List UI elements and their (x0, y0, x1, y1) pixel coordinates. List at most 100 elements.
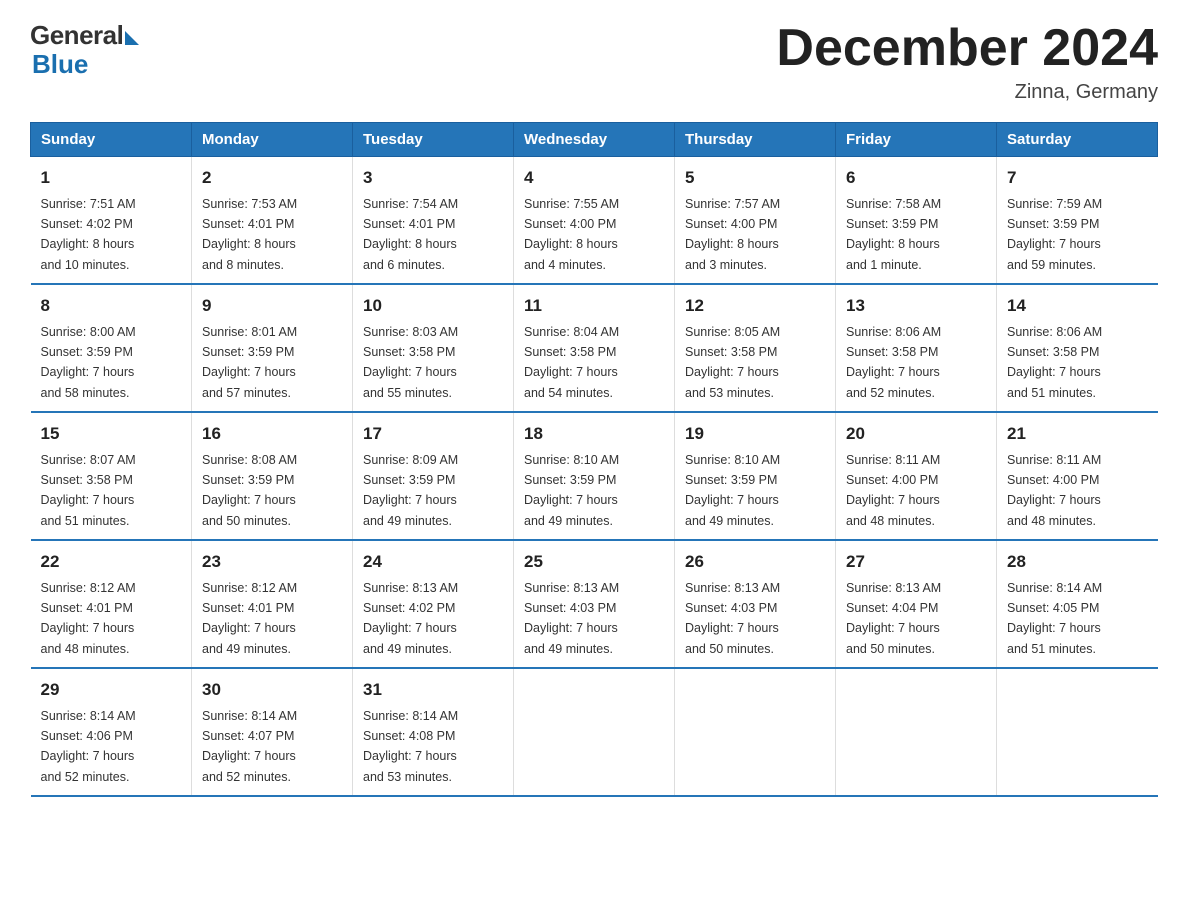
table-row: 16 Sunrise: 8:08 AMSunset: 3:59 PMDaylig… (192, 412, 353, 540)
table-row: 1 Sunrise: 7:51 AMSunset: 4:02 PMDayligh… (31, 157, 192, 285)
day-number: 24 (363, 549, 503, 575)
table-row: 21 Sunrise: 8:11 AMSunset: 4:00 PMDaylig… (997, 412, 1158, 540)
calendar-week-row: 22 Sunrise: 8:12 AMSunset: 4:01 PMDaylig… (31, 540, 1158, 668)
table-row: 19 Sunrise: 8:10 AMSunset: 3:59 PMDaylig… (675, 412, 836, 540)
day-info: Sunrise: 8:04 AMSunset: 3:58 PMDaylight:… (524, 325, 619, 400)
day-number: 18 (524, 421, 664, 447)
day-info: Sunrise: 8:13 AMSunset: 4:03 PMDaylight:… (685, 581, 780, 656)
day-number: 14 (1007, 293, 1148, 319)
day-info: Sunrise: 7:58 AMSunset: 3:59 PMDaylight:… (846, 197, 941, 272)
table-row (997, 668, 1158, 796)
day-info: Sunrise: 7:54 AMSunset: 4:01 PMDaylight:… (363, 197, 458, 272)
day-info: Sunrise: 7:53 AMSunset: 4:01 PMDaylight:… (202, 197, 297, 272)
logo-triangle-icon (125, 31, 139, 45)
day-number: 16 (202, 421, 342, 447)
table-row: 24 Sunrise: 8:13 AMSunset: 4:02 PMDaylig… (353, 540, 514, 668)
calendar-table: Sunday Monday Tuesday Wednesday Thursday… (30, 122, 1158, 797)
table-row: 18 Sunrise: 8:10 AMSunset: 3:59 PMDaylig… (514, 412, 675, 540)
day-info: Sunrise: 8:06 AMSunset: 3:58 PMDaylight:… (1007, 325, 1102, 400)
day-number: 26 (685, 549, 825, 575)
day-info: Sunrise: 8:13 AMSunset: 4:03 PMDaylight:… (524, 581, 619, 656)
table-row: 30 Sunrise: 8:14 AMSunset: 4:07 PMDaylig… (192, 668, 353, 796)
header-tuesday: Tuesday (353, 123, 514, 157)
header-sunday: Sunday (31, 123, 192, 157)
day-info: Sunrise: 7:55 AMSunset: 4:00 PMDaylight:… (524, 197, 619, 272)
table-row: 25 Sunrise: 8:13 AMSunset: 4:03 PMDaylig… (514, 540, 675, 668)
day-number: 27 (846, 549, 986, 575)
day-number: 12 (685, 293, 825, 319)
day-info: Sunrise: 8:10 AMSunset: 3:59 PMDaylight:… (524, 453, 619, 528)
table-row: 10 Sunrise: 8:03 AMSunset: 3:58 PMDaylig… (353, 284, 514, 412)
day-info: Sunrise: 8:14 AMSunset: 4:06 PMDaylight:… (41, 709, 136, 784)
logo-general-text: General (30, 20, 123, 51)
day-number: 28 (1007, 549, 1148, 575)
calendar-title: December 2024 (776, 20, 1158, 77)
table-row: 23 Sunrise: 8:12 AMSunset: 4:01 PMDaylig… (192, 540, 353, 668)
day-number: 30 (202, 677, 342, 703)
day-info: Sunrise: 8:11 AMSunset: 4:00 PMDaylight:… (846, 453, 940, 528)
calendar-week-row: 8 Sunrise: 8:00 AMSunset: 3:59 PMDayligh… (31, 284, 1158, 412)
title-block: December 2024 Zinna, Germany (776, 20, 1158, 104)
day-number: 22 (41, 549, 182, 575)
day-info: Sunrise: 8:14 AMSunset: 4:08 PMDaylight:… (363, 709, 458, 784)
day-info: Sunrise: 8:06 AMSunset: 3:58 PMDaylight:… (846, 325, 941, 400)
header-wednesday: Wednesday (514, 123, 675, 157)
page-header: General Blue December 2024 Zinna, German… (30, 20, 1158, 104)
day-number: 31 (363, 677, 503, 703)
day-info: Sunrise: 8:09 AMSunset: 3:59 PMDaylight:… (363, 453, 458, 528)
header-friday: Friday (836, 123, 997, 157)
day-number: 2 (202, 165, 342, 191)
day-number: 6 (846, 165, 986, 191)
table-row: 22 Sunrise: 8:12 AMSunset: 4:01 PMDaylig… (31, 540, 192, 668)
header-monday: Monday (192, 123, 353, 157)
day-info: Sunrise: 8:01 AMSunset: 3:59 PMDaylight:… (202, 325, 297, 400)
header-thursday: Thursday (675, 123, 836, 157)
day-number: 15 (41, 421, 182, 447)
day-info: Sunrise: 8:05 AMSunset: 3:58 PMDaylight:… (685, 325, 780, 400)
day-number: 29 (41, 677, 182, 703)
table-row: 20 Sunrise: 8:11 AMSunset: 4:00 PMDaylig… (836, 412, 997, 540)
day-info: Sunrise: 8:08 AMSunset: 3:59 PMDaylight:… (202, 453, 297, 528)
day-number: 11 (524, 293, 664, 319)
table-row: 26 Sunrise: 8:13 AMSunset: 4:03 PMDaylig… (675, 540, 836, 668)
day-info: Sunrise: 8:07 AMSunset: 3:58 PMDaylight:… (41, 453, 136, 528)
table-row: 5 Sunrise: 7:57 AMSunset: 4:00 PMDayligh… (675, 157, 836, 285)
day-info: Sunrise: 7:51 AMSunset: 4:02 PMDaylight:… (41, 197, 136, 272)
day-number: 3 (363, 165, 503, 191)
day-number: 10 (363, 293, 503, 319)
table-row: 8 Sunrise: 8:00 AMSunset: 3:59 PMDayligh… (31, 284, 192, 412)
table-row (836, 668, 997, 796)
day-number: 9 (202, 293, 342, 319)
day-info: Sunrise: 8:10 AMSunset: 3:59 PMDaylight:… (685, 453, 780, 528)
table-row: 3 Sunrise: 7:54 AMSunset: 4:01 PMDayligh… (353, 157, 514, 285)
day-number: 25 (524, 549, 664, 575)
table-row (675, 668, 836, 796)
day-number: 21 (1007, 421, 1148, 447)
table-row: 6 Sunrise: 7:58 AMSunset: 3:59 PMDayligh… (836, 157, 997, 285)
calendar-location: Zinna, Germany (776, 81, 1158, 104)
day-number: 7 (1007, 165, 1148, 191)
table-row: 15 Sunrise: 8:07 AMSunset: 3:58 PMDaylig… (31, 412, 192, 540)
logo-blue-text: Blue (32, 49, 88, 80)
day-info: Sunrise: 8:03 AMSunset: 3:58 PMDaylight:… (363, 325, 458, 400)
day-number: 20 (846, 421, 986, 447)
day-number: 13 (846, 293, 986, 319)
calendar-week-row: 29 Sunrise: 8:14 AMSunset: 4:06 PMDaylig… (31, 668, 1158, 796)
calendar-week-row: 1 Sunrise: 7:51 AMSunset: 4:02 PMDayligh… (31, 157, 1158, 285)
day-info: Sunrise: 8:12 AMSunset: 4:01 PMDaylight:… (202, 581, 297, 656)
table-row: 28 Sunrise: 8:14 AMSunset: 4:05 PMDaylig… (997, 540, 1158, 668)
day-number: 23 (202, 549, 342, 575)
day-number: 5 (685, 165, 825, 191)
calendar-week-row: 15 Sunrise: 8:07 AMSunset: 3:58 PMDaylig… (31, 412, 1158, 540)
day-info: Sunrise: 8:13 AMSunset: 4:04 PMDaylight:… (846, 581, 941, 656)
day-info: Sunrise: 8:00 AMSunset: 3:59 PMDaylight:… (41, 325, 136, 400)
table-row: 9 Sunrise: 8:01 AMSunset: 3:59 PMDayligh… (192, 284, 353, 412)
logo: General Blue (30, 20, 139, 80)
table-row: 11 Sunrise: 8:04 AMSunset: 3:58 PMDaylig… (514, 284, 675, 412)
day-info: Sunrise: 8:13 AMSunset: 4:02 PMDaylight:… (363, 581, 458, 656)
day-info: Sunrise: 8:14 AMSunset: 4:07 PMDaylight:… (202, 709, 297, 784)
table-row: 29 Sunrise: 8:14 AMSunset: 4:06 PMDaylig… (31, 668, 192, 796)
day-info: Sunrise: 7:59 AMSunset: 3:59 PMDaylight:… (1007, 197, 1102, 272)
table-row: 14 Sunrise: 8:06 AMSunset: 3:58 PMDaylig… (997, 284, 1158, 412)
table-row: 27 Sunrise: 8:13 AMSunset: 4:04 PMDaylig… (836, 540, 997, 668)
